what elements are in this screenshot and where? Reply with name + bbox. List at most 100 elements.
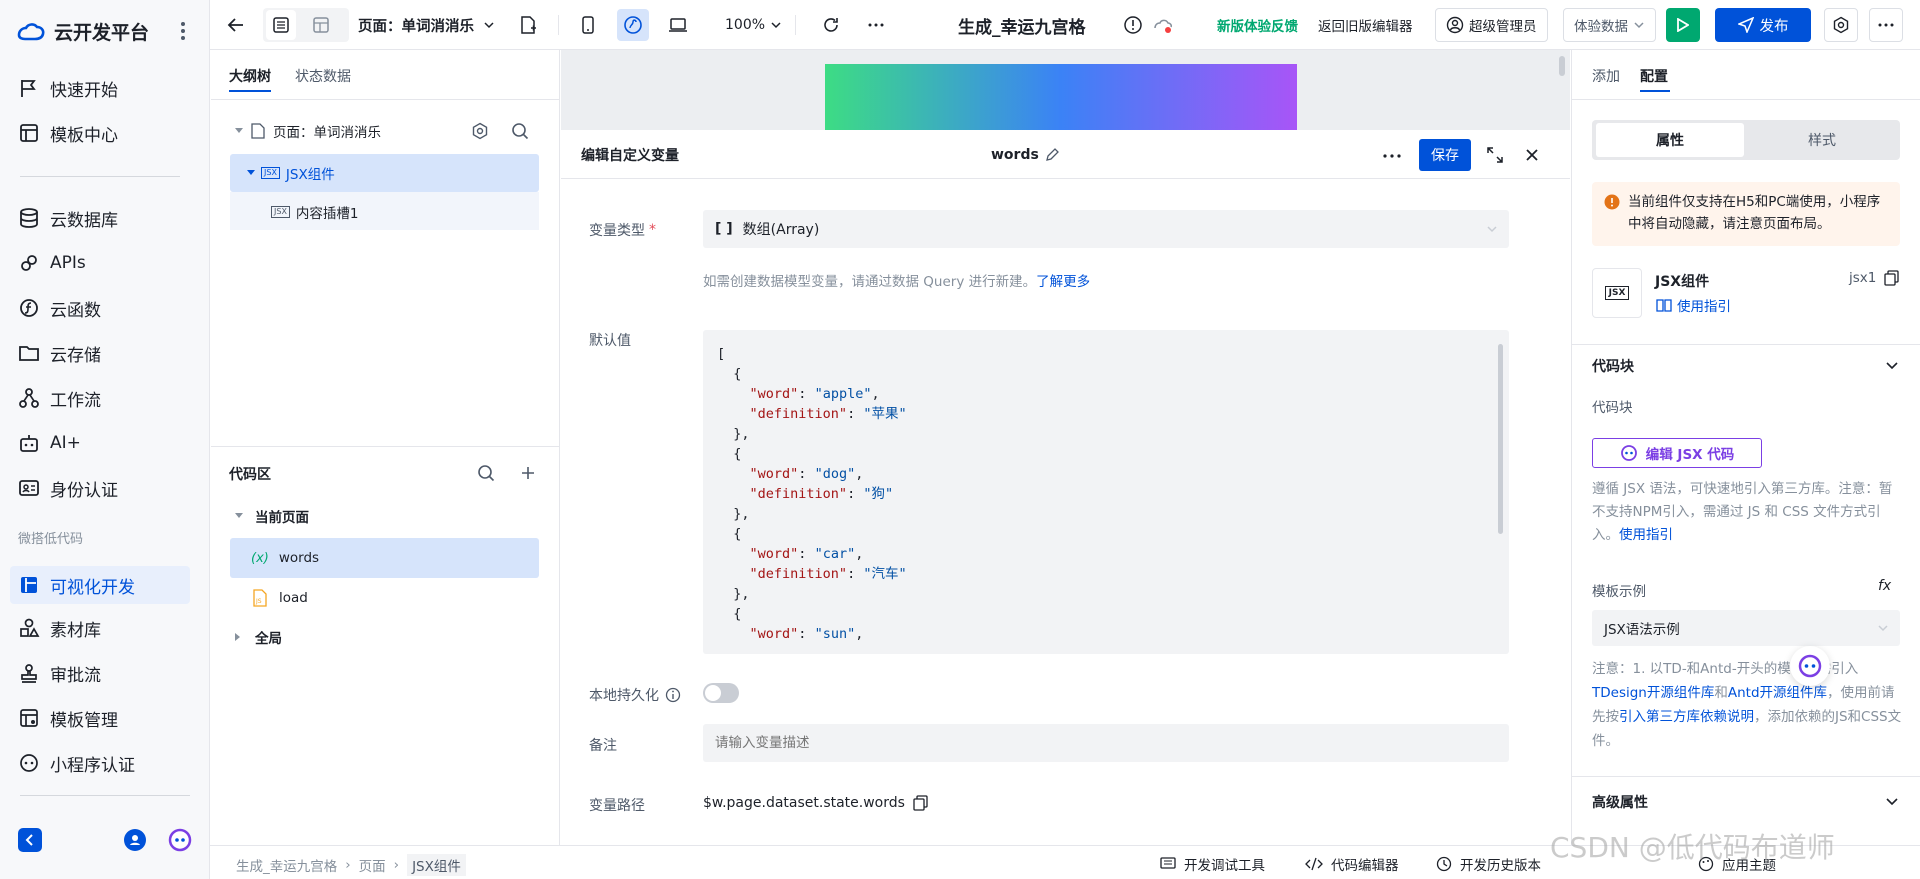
variable-name-display[interactable]: words bbox=[991, 144, 1059, 166]
canvas-banner-preview[interactable] bbox=[825, 64, 1297, 130]
device-pc-button[interactable] bbox=[662, 9, 694, 41]
admin-button[interactable]: 超级管理员 bbox=[1435, 8, 1548, 42]
caret-down-icon bbox=[235, 513, 243, 518]
usage-guide-link[interactable]: 使用指引 bbox=[1656, 295, 1731, 315]
antd-link[interactable]: Antd开源组件库 bbox=[1728, 685, 1827, 701]
ai-assistant-float-button[interactable] bbox=[1790, 646, 1830, 686]
sidebar-item-templates[interactable]: 模板中心 bbox=[18, 116, 118, 150]
user-avatar-icon[interactable] bbox=[124, 829, 146, 851]
chevron-down-icon[interactable] bbox=[1886, 362, 1898, 370]
sidebar-item-ai[interactable]: AI+ bbox=[18, 426, 81, 460]
sidebar-item-quickstart[interactable]: 快速开始 bbox=[18, 71, 118, 105]
usage-guide-link[interactable]: 使用指引 bbox=[1619, 527, 1673, 543]
sidebar-item-apis[interactable]: APIs bbox=[18, 246, 86, 280]
tree-node-slot[interactable]: JSX 内容插槽1 bbox=[271, 201, 359, 223]
chevron-down-icon[interactable] bbox=[1886, 798, 1898, 806]
tree-node-page[interactable]: 页面：单词消消乐 bbox=[235, 120, 381, 142]
brand[interactable]: 云开发平台 bbox=[16, 16, 149, 46]
cloud-status-icon[interactable] bbox=[1152, 16, 1174, 34]
zoom-select[interactable]: 100% bbox=[725, 14, 781, 36]
advanced-props-title[interactable]: 高级属性 bbox=[1592, 792, 1648, 812]
tab-add[interactable]: 添加 bbox=[1592, 66, 1620, 86]
refresh-button[interactable] bbox=[815, 9, 847, 41]
canvas-scrollbar[interactable] bbox=[1559, 56, 1565, 76]
third-party-guide-link[interactable]: 引入第三方库依赖说明 bbox=[1619, 709, 1754, 725]
tree-node-jsx[interactable]: JSX JSX组件 bbox=[247, 162, 335, 184]
old-editor-link[interactable]: 返回旧版编辑器 bbox=[1318, 15, 1413, 35]
brand-name: 云开发平台 bbox=[54, 21, 150, 44]
more-tools-button[interactable] bbox=[860, 9, 892, 41]
send-icon bbox=[1737, 17, 1754, 33]
tree-node-current-page[interactable]: 当前页面 bbox=[235, 505, 309, 527]
copy-icon[interactable] bbox=[1884, 270, 1900, 286]
info-icon[interactable] bbox=[1123, 15, 1143, 35]
close-icon[interactable] bbox=[1525, 148, 1539, 162]
search-icon[interactable] bbox=[477, 464, 495, 482]
history-versions-button[interactable]: 开发历史版本 bbox=[1436, 854, 1541, 874]
back-button[interactable] bbox=[220, 9, 252, 41]
segment-label: 样式 bbox=[1808, 133, 1836, 149]
ai-assistant-icon[interactable] bbox=[168, 828, 192, 852]
page-selector[interactable]: 页面：单词消消乐 bbox=[358, 14, 494, 36]
more-vertical-icon[interactable] bbox=[180, 20, 186, 42]
search-icon[interactable] bbox=[511, 122, 529, 140]
sidebar-item-functions[interactable]: 云函数 bbox=[18, 291, 101, 325]
sidebar-item-template-manage[interactable]: 模板管理 bbox=[18, 701, 118, 735]
sidebar-item-auth[interactable]: 身份认证 bbox=[18, 471, 118, 505]
preview-run-button[interactable] bbox=[1666, 8, 1700, 42]
data-mode-select[interactable]: 体验数据 bbox=[1563, 8, 1656, 42]
sidebar-item-workflow[interactable]: 工作流 bbox=[18, 381, 101, 415]
sidebar-item-label: 工作流 bbox=[50, 390, 101, 411]
publish-button[interactable]: 发布 bbox=[1715, 8, 1811, 42]
tab-config[interactable]: 配置 bbox=[1640, 66, 1668, 86]
tree-node-words[interactable]: (x) words bbox=[251, 547, 319, 569]
page-settings-icon[interactable] bbox=[471, 122, 489, 140]
segment-style[interactable]: 样式 bbox=[1748, 123, 1896, 157]
sidebar-item-miniprogram[interactable]: 小程序认证 bbox=[18, 746, 135, 780]
segment-props[interactable]: 属性 bbox=[1596, 123, 1744, 157]
usage-guide-label: 使用指引 bbox=[1677, 299, 1731, 315]
default-value-editor[interactable]: [ { "word": "apple", "definition": "苹果" … bbox=[703, 330, 1509, 654]
tree-node-global[interactable]: 全局 bbox=[235, 626, 282, 648]
template-select[interactable]: JSX语法示例 bbox=[1592, 610, 1900, 646]
save-button[interactable]: 保存 bbox=[1419, 139, 1471, 171]
canvas-view-button[interactable] bbox=[306, 10, 336, 40]
collapse-sidebar-button[interactable] bbox=[18, 828, 42, 852]
function-fx-icon[interactable]: fx bbox=[1878, 578, 1891, 594]
more-horizontal-icon[interactable] bbox=[1383, 154, 1401, 158]
more-button[interactable] bbox=[1869, 8, 1903, 42]
tab-outline[interactable]: 大纲树 bbox=[229, 66, 271, 86]
device-miniprogram-button[interactable] bbox=[617, 9, 649, 41]
sidebar-item-database[interactable]: 云数据库 bbox=[18, 201, 118, 235]
settings-button[interactable] bbox=[1824, 8, 1858, 42]
breadcrumb-item[interactable]: 生成_幸运九宫格 bbox=[236, 855, 337, 875]
outline-view-button[interactable] bbox=[266, 10, 296, 40]
note-input[interactable] bbox=[703, 724, 1509, 762]
tree-node-label: 全局 bbox=[255, 631, 282, 647]
type-select[interactable]: [ ] 数组(Array) bbox=[703, 210, 1509, 248]
editor-scrollbar[interactable] bbox=[1498, 344, 1503, 534]
edit-jsx-code-button[interactable]: 编辑 JSX 代码 bbox=[1592, 438, 1762, 468]
learn-more-link[interactable]: 了解更多 bbox=[1036, 270, 1090, 290]
persist-toggle[interactable] bbox=[703, 683, 739, 703]
feedback-link[interactable]: 新版体验反馈 bbox=[1217, 15, 1298, 35]
add-icon[interactable] bbox=[519, 464, 537, 482]
code-editor-button[interactable]: 代码编辑器 bbox=[1305, 854, 1399, 874]
dev-debug-tools-button[interactable]: 开发调试工具 bbox=[1160, 854, 1265, 874]
code-section-title[interactable]: 代码块 bbox=[1592, 356, 1634, 376]
add-page-button[interactable] bbox=[512, 9, 544, 41]
tree-node-load[interactable]: JS load bbox=[253, 587, 308, 609]
sidebar-item-storage[interactable]: 云存储 bbox=[18, 336, 101, 370]
copy-icon[interactable] bbox=[913, 795, 928, 811]
sidebar-item-assets[interactable]: 素材库 bbox=[18, 611, 101, 645]
tab-state-data[interactable]: 状态数据 bbox=[295, 66, 351, 86]
tdesign-link[interactable]: TDesign开源组件库 bbox=[1592, 685, 1714, 701]
sidebar-item-approval[interactable]: 审批流 bbox=[18, 656, 101, 690]
device-mobile-button[interactable] bbox=[572, 9, 604, 41]
breadcrumb-item-current[interactable]: JSX组件 bbox=[407, 854, 466, 876]
sidebar-item-visual-dev[interactable]: 可视化开发 bbox=[18, 568, 135, 602]
expand-icon[interactable] bbox=[1486, 146, 1504, 164]
breadcrumb-item[interactable]: 页面 bbox=[359, 855, 386, 875]
jsx-description: 遵循 JSX 语法，可快速地引入第三方库。注意：暂不支持NPM引入，需通过 JS… bbox=[1592, 478, 1902, 547]
folder-icon bbox=[19, 346, 39, 361]
